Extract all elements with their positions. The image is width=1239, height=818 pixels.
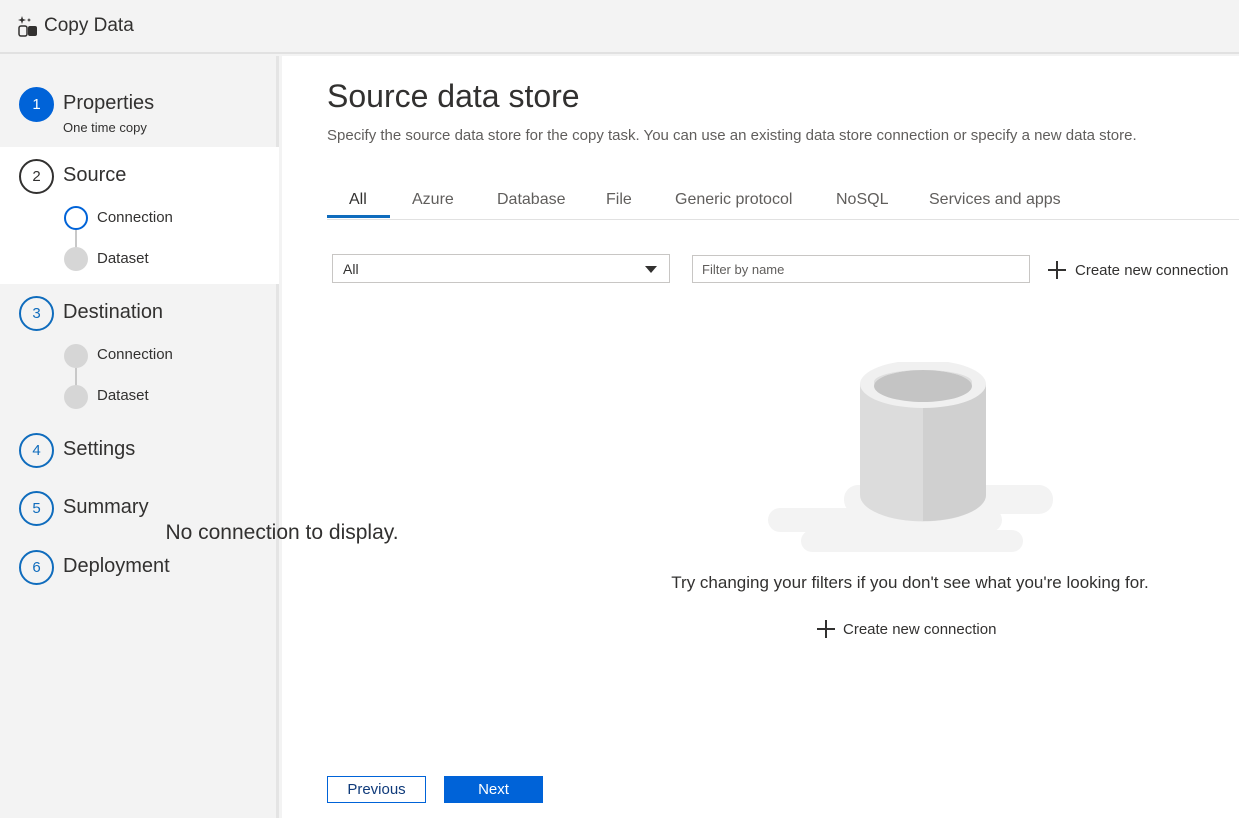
- substep-indicator: [64, 344, 88, 368]
- link-label: Create new connection: [843, 620, 997, 638]
- selected-tab-indicator: [327, 215, 390, 218]
- tab-all[interactable]: All: [349, 191, 367, 209]
- step-number: 6: [19, 550, 54, 585]
- type-filter-dropdown[interactable]: All: [332, 254, 670, 283]
- category-tabs: All Azure Database File Generic protocol…: [327, 184, 1239, 220]
- page-description: Specify the source data store for the co…: [327, 127, 1137, 144]
- empty-state-hint: Try changing your filters if you don't s…: [671, 573, 1149, 592]
- step-settings[interactable]: 4 Settings: [0, 421, 279, 479]
- previous-button[interactable]: Previous: [327, 776, 426, 803]
- step-title: Source: [63, 164, 127, 186]
- step-deployment[interactable]: 6 Deployment: [0, 537, 279, 595]
- step-title: Deployment: [63, 555, 170, 577]
- step-title: Summary: [63, 496, 149, 518]
- substep-dataset[interactable]: Dataset: [97, 250, 149, 267]
- substep-dataset[interactable]: Dataset: [97, 387, 149, 404]
- plus-icon: [817, 620, 835, 638]
- substep-connection[interactable]: Connection: [97, 346, 173, 363]
- step-title: Destination: [63, 301, 164, 323]
- substep-connector: [75, 368, 77, 386]
- substep-indicator: [64, 385, 88, 409]
- chevron-down-icon: [645, 266, 657, 273]
- step-number: 4: [19, 433, 54, 468]
- dropdown-value: All: [343, 261, 359, 277]
- step-properties[interactable]: 1 Properties One time copy: [0, 56, 279, 147]
- create-new-connection-button[interactable]: Create new connection: [1048, 259, 1228, 281]
- tab-file[interactable]: File: [606, 191, 632, 209]
- tab-azure[interactable]: Azure: [412, 191, 454, 209]
- step-number: 2: [19, 159, 54, 194]
- tab-services-and-apps[interactable]: Services and apps: [929, 191, 1061, 209]
- step-subtitle: One time copy: [63, 120, 147, 135]
- next-button[interactable]: Next: [444, 776, 543, 803]
- substep-connection[interactable]: Connection: [97, 209, 173, 226]
- step-title: Settings: [63, 438, 136, 460]
- copy-data-icon: [17, 15, 39, 37]
- button-label: Create new connection: [1075, 261, 1229, 279]
- step-title: Properties: [63, 92, 155, 114]
- tab-database[interactable]: Database: [497, 191, 566, 209]
- app-header: Copy Data: [0, 0, 1239, 54]
- empty-state-title: No connection to display.: [165, 521, 399, 544]
- step-destination[interactable]: 3 Destination Connection Dataset: [0, 284, 279, 421]
- tab-nosql[interactable]: NoSQL: [836, 191, 888, 209]
- tab-generic-protocol[interactable]: Generic protocol: [675, 191, 792, 209]
- step-number: 1: [19, 87, 54, 122]
- page-title: Source data store: [327, 78, 580, 114]
- app-title: Copy Data: [44, 15, 134, 36]
- step-number: 3: [19, 296, 54, 331]
- substep-indicator: [64, 206, 88, 230]
- substep-connector: [75, 230, 77, 248]
- wizard-steps-sidebar: 1 Properties One time copy 2 Source Conn…: [0, 56, 279, 818]
- filter-by-name-input[interactable]: [692, 255, 1030, 283]
- step-source[interactable]: 2 Source Connection Dataset: [0, 147, 279, 284]
- substep-indicator: [64, 247, 88, 271]
- source-data-store-panel: Source data store Specify the source dat…: [282, 56, 1239, 818]
- create-new-connection-link[interactable]: Create new connection: [817, 620, 996, 638]
- plus-icon: [1048, 261, 1066, 279]
